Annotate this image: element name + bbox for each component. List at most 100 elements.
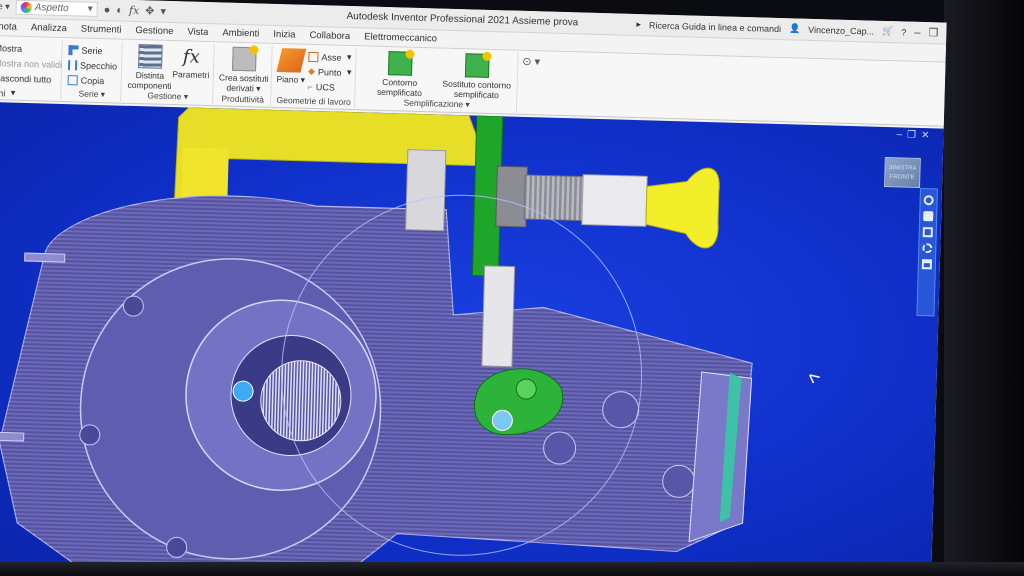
bolt-hole	[79, 424, 101, 446]
zoom-icon[interactable]	[922, 227, 933, 238]
move-icon[interactable]: ✥	[145, 4, 155, 17]
management-group-label[interactable]: Gestione ▾	[123, 90, 212, 103]
stud-left-bottom	[0, 431, 25, 442]
hex-nut	[495, 165, 528, 228]
restore-icon[interactable]: ❐	[928, 26, 938, 39]
rod-sleeve	[581, 174, 648, 227]
qat-dropdown-icon[interactable]: e ▾	[0, 1, 10, 12]
arm-hole	[662, 464, 696, 498]
mirror-icon	[67, 59, 78, 70]
navigation-bar	[916, 187, 938, 317]
color-wheel-icon	[20, 1, 32, 14]
tab-vista[interactable]: Vista	[187, 26, 208, 41]
bolt-hole	[166, 536, 188, 558]
help-search-label[interactable]: Ricerca Guida in linea e comandi	[649, 20, 781, 34]
window-title: Autodesk Inventor Professional 2021 Assi…	[346, 10, 579, 29]
parameters-fx-icon: fx	[182, 46, 201, 68]
pan-hand-icon[interactable]	[923, 211, 934, 222]
show-hidden-button[interactable]: Mostra non validi	[0, 55, 62, 72]
material-icon[interactable]: ●	[104, 4, 111, 16]
productivity-group-label: Produttività	[221, 93, 265, 105]
plane-button[interactable]: Piano ▾	[276, 48, 307, 85]
parameters-button[interactable]: fx Parametri	[172, 45, 211, 80]
panel-options-icon[interactable]: ⊙ ▾	[522, 55, 540, 68]
bom-icon	[138, 44, 163, 69]
shaft-hole	[232, 380, 254, 402]
threaded-rod	[523, 174, 586, 222]
graphics-viewport[interactable]: – ❐ ✕ SINISTRA FRONTE	[0, 101, 944, 576]
cart-icon[interactable]: 🛒	[882, 26, 893, 37]
appearance-selector[interactable]: Aspetto ▾	[15, 0, 98, 17]
productivity-group: Crea sostituti derivati ▾ Produttività	[215, 44, 273, 106]
arm-hole	[543, 431, 577, 465]
tab-inizia[interactable]: Inizia	[273, 29, 295, 44]
copy-button[interactable]: Copia	[67, 72, 116, 88]
fx-icon[interactable]: fx	[129, 4, 140, 17]
title-right-area: ▸ Ricerca Guida in linea e comandi 👤 Vin…	[636, 18, 938, 39]
viewport-close-icon[interactable]: ✕	[921, 130, 930, 141]
quick-access-toolbar: e ▾ Aspetto ▾ ● ◐ fx ✥ ▾	[0, 0, 166, 19]
steering-wheel-icon[interactable]	[923, 195, 934, 206]
tab-ambienti[interactable]: Ambienti	[222, 27, 259, 42]
customize-qat-icon[interactable]: ▾	[160, 5, 166, 18]
viewcube[interactable]: SINISTRA FRONTE	[884, 156, 921, 188]
monitor-bezel-bottom	[0, 562, 1024, 576]
assembly-model[interactable]	[0, 102, 944, 576]
axis-icon	[308, 51, 319, 62]
tab-gestione[interactable]: Gestione	[135, 25, 173, 40]
visibility-group: Mostra Mostra non validi Nascondi tutto …	[0, 37, 63, 102]
appearance-override-icon[interactable]: ◐	[116, 4, 123, 16]
hide-all-button[interactable]: Nascondi tutto	[0, 70, 57, 87]
tab-strumenti[interactable]: Strumenti	[81, 23, 122, 38]
bolt-hole	[122, 295, 144, 317]
mouse-cursor	[809, 374, 820, 384]
arm-hole	[602, 391, 640, 429]
work-geometry-group-label: Geometrie di lavoro	[276, 94, 351, 108]
point-button[interactable]: ◆ Punto ▾	[308, 64, 352, 80]
stud-left-top	[24, 252, 66, 263]
inventor-window: e ▾ Aspetto ▾ ● ◐ fx ✥ ▾ Autodesk Invent…	[0, 0, 947, 576]
minimize-icon[interactable]: –	[914, 26, 920, 38]
simplified-envelope-icon	[387, 49, 415, 76]
tab-elettromeccanico[interactable]: Elettromeccanico	[364, 31, 437, 47]
chevron-down-icon: ▾	[87, 3, 93, 15]
show-button[interactable]: Mostra	[0, 40, 58, 57]
copy-icon	[67, 74, 78, 85]
viewport-restore-icon[interactable]: ❐	[907, 130, 916, 141]
series-group-label[interactable]: Serie ▾	[63, 88, 120, 101]
search-arrow-icon: ▸	[636, 19, 642, 30]
pattern-icon	[68, 44, 79, 55]
user-name[interactable]: Vincenzo_Cap...	[808, 24, 874, 36]
bom-button[interactable]: Distinta componenti	[127, 44, 172, 91]
work-geometry-group: Piano ▾ Asse ▾ ◆ Punto ▾ ⌐ UCS Geometrie d…	[273, 45, 357, 109]
series-group: Serie Specchio Copia Serie ▾	[63, 40, 123, 102]
tab-annota[interactable]: nnota	[0, 21, 17, 36]
pattern-button[interactable]: Serie	[68, 42, 117, 58]
axis-button[interactable]: Asse ▾	[308, 49, 352, 65]
user-icon: 👤	[788, 23, 801, 34]
work-geometry-small-buttons: Asse ▾ ◆ Punto ▾ ⌐ UCS	[307, 49, 352, 95]
envelope-substitute-button[interactable]: Sostituto contorno semplificato	[437, 51, 516, 100]
vertical-rod	[481, 265, 516, 368]
monitor-bezel	[944, 0, 1024, 576]
orbit-icon[interactable]	[922, 243, 933, 254]
tab-collabora[interactable]: Collabora	[309, 30, 350, 45]
point-icon: ◆	[307, 65, 316, 77]
derived-substitute-icon	[232, 45, 259, 72]
simplified-envelope-button[interactable]: Contorno semplificato	[361, 49, 438, 98]
help-icon[interactable]: ?	[901, 27, 906, 37]
management-group: Distinta componenti fx Parametri Gestion…	[123, 41, 215, 105]
ucs-icon: ⌐	[307, 81, 314, 92]
cam-pivot	[515, 378, 537, 400]
look-at-icon[interactable]	[921, 259, 933, 270]
cam-pin	[491, 409, 513, 431]
visibility-dropdown[interactable]: oni ▾	[0, 85, 56, 102]
derived-substitute-button[interactable]: Crea sostituti derivati ▾	[217, 45, 270, 94]
support-block	[405, 149, 447, 232]
viewport-minimize-icon[interactable]: –	[896, 129, 902, 140]
ucs-button[interactable]: ⌐ UCS	[307, 79, 351, 95]
plane-icon	[276, 48, 307, 73]
tab-analizza[interactable]: Analizza	[31, 22, 67, 37]
mirror-button[interactable]: Specchio	[67, 57, 117, 73]
yellow-knob	[645, 167, 720, 249]
